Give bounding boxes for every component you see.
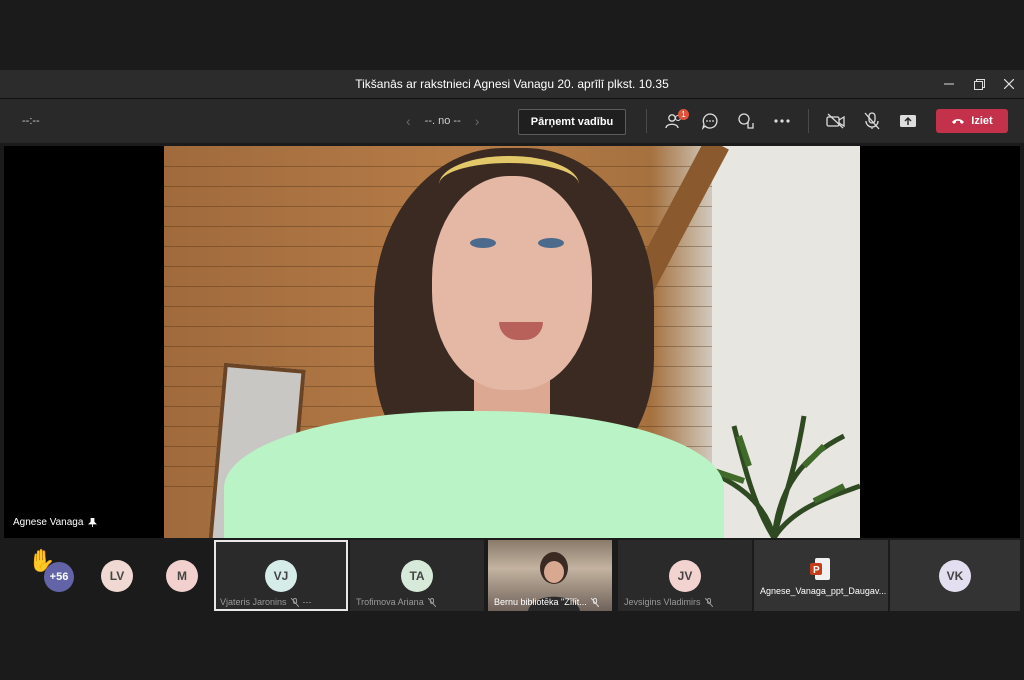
svg-text:P: P xyxy=(813,565,820,576)
shared-file-tile[interactable]: P Agnese_Vanaga_ppt_Daugav... xyxy=(754,540,888,611)
speaker-video xyxy=(164,146,860,538)
more-icon[interactable]: ··· xyxy=(303,597,312,607)
raise-hand-icon xyxy=(738,113,754,129)
overflow-count: +56 xyxy=(44,562,74,592)
leave-button[interactable]: Iziet xyxy=(936,109,1008,133)
window-title: Tikšanās ar rakstnieci Agnesi Vanagu 20.… xyxy=(355,77,669,91)
main-stage: Agnese Vanaga xyxy=(4,146,1020,538)
participant-name: Vjateris Jaronins ··· xyxy=(220,597,340,607)
reactions-button[interactable] xyxy=(734,110,758,132)
more-actions-button[interactable] xyxy=(770,110,794,132)
pager-label: --. no -- xyxy=(424,115,461,127)
chat-icon xyxy=(701,113,718,130)
minimize-icon xyxy=(944,83,954,85)
participant-name-text: Bernu bibliotēka "Zīlīt... xyxy=(494,597,587,607)
camera-off-icon xyxy=(826,113,845,129)
mic-off-icon xyxy=(427,597,436,607)
close-icon xyxy=(1004,79,1014,89)
restore-icon xyxy=(973,78,985,90)
right-eye xyxy=(538,238,564,248)
avatar: VJ xyxy=(265,560,297,592)
left-eye xyxy=(470,238,496,248)
mic-off-icon xyxy=(590,597,599,607)
participant-name: Bernu bibliotēka "Zīlīt... xyxy=(494,597,610,607)
participants-badge: 1 xyxy=(678,109,689,120)
participant-tile[interactable]: VJ Vjateris Jaronins ··· xyxy=(214,540,348,611)
speaker-label: Agnese Vanaga xyxy=(13,517,98,528)
toolbar-divider xyxy=(646,109,647,133)
mic-off-icon xyxy=(290,597,299,607)
avatar: JV xyxy=(669,560,701,592)
take-control-button[interactable]: Pārņemt vadību xyxy=(518,109,626,135)
close-button[interactable] xyxy=(994,70,1024,98)
pin-icon[interactable] xyxy=(88,518,98,527)
participant-name-text: Jevsigins Vladimirs xyxy=(624,597,701,607)
chevron-right-icon[interactable]: › xyxy=(475,113,480,129)
speaker-name: Agnese Vanaga xyxy=(13,517,84,528)
overflow-participants[interactable]: ✋ +56 xyxy=(4,540,84,611)
meeting-timer: --:-- xyxy=(22,115,40,127)
leave-label: Iziet xyxy=(971,115,993,127)
participant-tile[interactable]: TA Trofimova Ariana xyxy=(350,540,484,611)
headband xyxy=(439,156,579,213)
participant-strip: ✋ +56 LV M VJ Vjateris Jaronins ··· TA T… xyxy=(4,540,1020,611)
participant-tile-video[interactable]: Bernu bibliotēka "Zīlīt... xyxy=(488,540,612,611)
shared-file-name: Agnese_Vanaga_ppt_Daugav... xyxy=(760,586,887,596)
mic-toggle-button[interactable] xyxy=(860,110,884,132)
chat-button[interactable] xyxy=(698,110,722,132)
participant-name: Trofimova Ariana xyxy=(356,597,476,607)
share-icon xyxy=(900,115,916,127)
participant-tile[interactable]: LV xyxy=(84,540,150,611)
camera-toggle-button[interactable] xyxy=(824,110,848,132)
participant-name: Jevsigins Vladimirs xyxy=(624,597,744,607)
slide-pager: ‹ --. no -- › xyxy=(406,113,479,129)
powerpoint-icon: P xyxy=(810,558,830,580)
minimize-button[interactable] xyxy=(934,70,964,98)
title-bar: Tikšanās ar rakstnieci Agnesi Vanagu 20.… xyxy=(0,70,1024,99)
participant-tile[interactable]: JV Jevsigins Vladimirs xyxy=(618,540,752,611)
participant-name-text: Trofimova Ariana xyxy=(356,597,424,607)
avatar: LV xyxy=(101,560,133,592)
meeting-toolbar: --:-- ‹ --. no -- › Pārņemt vadību 1 Izi… xyxy=(0,99,1024,143)
toolbar-divider xyxy=(808,109,809,133)
mic-off-icon xyxy=(704,597,713,607)
participant-name-text: Vjateris Jaronins xyxy=(220,597,287,607)
mic-off-icon xyxy=(864,112,880,130)
participant-tile[interactable]: M xyxy=(150,540,214,611)
avatar: TA xyxy=(401,560,433,592)
participant-tile[interactable]: VK xyxy=(890,540,1020,611)
phone-hangup-icon xyxy=(952,119,965,124)
restore-button[interactable] xyxy=(964,70,994,98)
chevron-left-icon[interactable]: ‹ xyxy=(406,113,411,129)
avatar: M xyxy=(166,560,198,592)
share-button[interactable] xyxy=(896,110,920,132)
more-icon xyxy=(774,119,790,123)
avatar: VK xyxy=(939,560,971,592)
